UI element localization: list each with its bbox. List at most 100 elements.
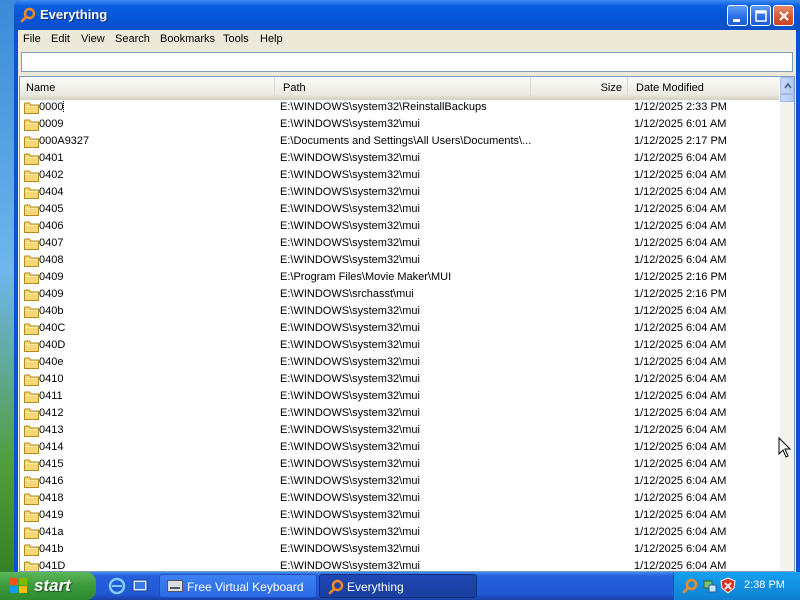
start-button[interactable]: start: [0, 572, 96, 600]
table-row[interactable]: 0000 E:\WINDOWS\system32\ReinstallBackups…: [20, 100, 779, 117]
search-input[interactable]: [21, 52, 793, 72]
column-header-date-modified[interactable]: Date Modified: [628, 77, 779, 99]
menu-file[interactable]: File: [23, 33, 41, 45]
folder-icon: [24, 119, 39, 131]
task-free-virtual-keyboard[interactable]: Free Virtual Keyboard: [159, 574, 317, 598]
window-title: Everything: [40, 7, 108, 22]
row-path: E:\WINDOWS\system32\mui: [280, 118, 420, 130]
row-path: E:\WINDOWS\system32\mui: [280, 356, 420, 368]
mouse-cursor-icon: [778, 437, 792, 458]
table-row[interactable]: 041b E:\WINDOWS\system32\mui 1/12/2025 6:0…: [20, 542, 779, 559]
table-row[interactable]: 000A9327 E:\Documents and Settings\All Us…: [20, 134, 779, 151]
security-alert-icon[interactable]: [720, 577, 736, 595]
table-row[interactable]: 0409 E:\Program Files\Movie Maker\MUI 1/12…: [20, 270, 779, 287]
folder-icon: [24, 204, 39, 216]
row-name: 040e: [39, 356, 64, 368]
results-list[interactable]: Name Path Size Date Modified 0000 E:\WIND…: [19, 76, 795, 572]
everything-app-icon: [20, 7, 36, 23]
column-header-path[interactable]: Path: [275, 77, 531, 99]
row-path: E:\WINDOWS\srchasst\mui: [280, 288, 414, 300]
minimize-button[interactable]: [727, 5, 748, 26]
table-row[interactable]: 0405 E:\WINDOWS\system32\mui 1/12/2025 6:0…: [20, 202, 779, 219]
folder-icon: [24, 374, 39, 386]
row-path: E:\WINDOWS\system32\mui: [280, 322, 420, 334]
row-date-modified: 1/12/2025 2:16 PM: [634, 288, 727, 300]
table-row[interactable]: 0418 E:\WINDOWS\system32\mui 1/12/2025 6:0…: [20, 491, 779, 508]
folder-icon: [24, 221, 39, 233]
row-date-modified: 1/12/2025 6:04 AM: [634, 237, 727, 249]
row-name: 040D: [39, 339, 66, 351]
table-row[interactable]: 0407 E:\WINDOWS\system32\mui 1/12/2025 6:0…: [20, 236, 779, 253]
table-row[interactable]: 0414 E:\WINDOWS\system32\mui 1/12/2025 6:0…: [20, 440, 779, 457]
row-name: 0000: [39, 101, 65, 113]
menu-bookmarks[interactable]: Bookmarks: [160, 33, 215, 45]
row-name: 0406: [39, 220, 64, 232]
row-name: 0414: [39, 441, 64, 453]
show-desktop-icon[interactable]: [131, 577, 149, 595]
table-row[interactable]: 041a E:\WINDOWS\system32\mui 1/12/2025 6:0…: [20, 525, 779, 542]
folder-icon: [24, 425, 39, 437]
row-date-modified: 1/12/2025 6:04 AM: [634, 305, 727, 317]
row-name: 0407: [39, 237, 64, 249]
folder-icon: [24, 306, 39, 318]
row-date-modified: 1/12/2025 6:04 AM: [634, 441, 727, 453]
table-row[interactable]: 0415 E:\WINDOWS\system32\mui 1/12/2025 6:0…: [20, 457, 779, 474]
task-everything[interactable]: Everything: [319, 574, 477, 598]
row-name: 0402: [39, 169, 64, 181]
row-name: 0409: [39, 288, 64, 300]
table-row[interactable]: 0411 E:\WINDOWS\system32\mui 1/12/2025 6:0…: [20, 389, 779, 406]
menu-edit[interactable]: Edit: [51, 33, 70, 45]
title-bar[interactable]: Everything: [14, 0, 800, 30]
table-row[interactable]: 0402 E:\WINDOWS\system32\mui 1/12/2025 6:0…: [20, 168, 779, 185]
column-header-size[interactable]: Size: [531, 77, 628, 99]
table-row[interactable]: 040b E:\WINDOWS\system32\mui 1/12/2025 6:0…: [20, 304, 779, 321]
menu-tools[interactable]: Tools: [223, 33, 249, 45]
maximize-button[interactable]: [750, 5, 771, 26]
internet-explorer-icon[interactable]: [108, 577, 126, 595]
table-row[interactable]: 0009 E:\WINDOWS\system32\mui 1/12/2025 6:0…: [20, 117, 779, 134]
scroll-thumb[interactable]: [780, 94, 794, 102]
row-path: E:\WINDOWS\system32\mui: [280, 543, 420, 555]
row-date-modified: 1/12/2025 2:16 PM: [634, 271, 727, 283]
network-icon[interactable]: [702, 578, 718, 594]
table-row[interactable]: 0410 E:\WINDOWS\system32\mui 1/12/2025 6:0…: [20, 372, 779, 389]
everything-tray-icon[interactable]: [682, 578, 698, 594]
menu-search[interactable]: Search: [115, 33, 150, 45]
row-date-modified: 1/12/2025 6:04 AM: [634, 407, 727, 419]
minimize-icon: [733, 19, 740, 22]
row-name: 0009: [39, 118, 64, 130]
vertical-scrollbar[interactable]: [780, 77, 794, 571]
table-row[interactable]: 0416 E:\WINDOWS\system32\mui 1/12/2025 6:0…: [20, 474, 779, 491]
table-row[interactable]: 0406 E:\WINDOWS\system32\mui 1/12/2025 6:0…: [20, 219, 779, 236]
row-path: E:\WINDOWS\system32\mui: [280, 475, 420, 487]
table-row[interactable]: 0401 E:\WINDOWS\system32\mui 1/12/2025 6:0…: [20, 151, 779, 168]
folder-icon: [24, 238, 39, 250]
row-path: E:\WINDOWS\system32\mui: [280, 254, 420, 266]
table-row[interactable]: 0419 E:\WINDOWS\system32\mui 1/12/2025 6:0…: [20, 508, 779, 525]
table-row[interactable]: 040D E:\WINDOWS\system32\mui 1/12/2025 6:0…: [20, 338, 779, 355]
menu-help[interactable]: Help: [260, 33, 283, 45]
table-row[interactable]: 0413 E:\WINDOWS\system32\mui 1/12/2025 6:0…: [20, 423, 779, 440]
windows-logo-icon: [10, 578, 27, 593]
row-path: E:\Program Files\Movie Maker\MUI: [280, 271, 452, 283]
table-row[interactable]: 0408 E:\WINDOWS\system32\mui 1/12/2025 6:0…: [20, 253, 779, 270]
menu-view[interactable]: View: [81, 33, 105, 45]
table-row[interactable]: 040C E:\WINDOWS\system32\mui 1/12/2025 6:0…: [20, 321, 779, 338]
row-date-modified: 1/12/2025 6:04 AM: [634, 220, 727, 232]
everything-window: Everything File Edit View Search Bookmar…: [14, 0, 800, 572]
row-date-modified: 1/12/2025 6:04 AM: [634, 458, 727, 470]
scroll-up-button[interactable]: [780, 77, 794, 94]
row-name: 0408: [39, 254, 64, 266]
row-name: 040b: [39, 305, 64, 317]
table-row[interactable]: 0409 E:\WINDOWS\srchasst\mui 1/12/2025 2:1…: [20, 287, 779, 304]
table-row[interactable]: 0404 E:\WINDOWS\system32\mui 1/12/2025 6:0…: [20, 185, 779, 202]
system-tray: 2:38 PM: [673, 572, 800, 600]
close-button[interactable]: [773, 5, 794, 26]
table-row[interactable]: 0412 E:\WINDOWS\system32\mui 1/12/2025 6:0…: [20, 406, 779, 423]
table-row[interactable]: 040e E:\WINDOWS\system32\mui 1/12/2025 6:0…: [20, 355, 779, 372]
column-header-name[interactable]: Name: [20, 77, 275, 99]
folder-icon: [24, 170, 39, 182]
table-row[interactable]: 041D E:\WINDOWS\system32\mui 1/12/2025 6:0…: [20, 559, 779, 571]
task-label: Everything: [347, 580, 404, 594]
row-name: 041b: [39, 543, 64, 555]
